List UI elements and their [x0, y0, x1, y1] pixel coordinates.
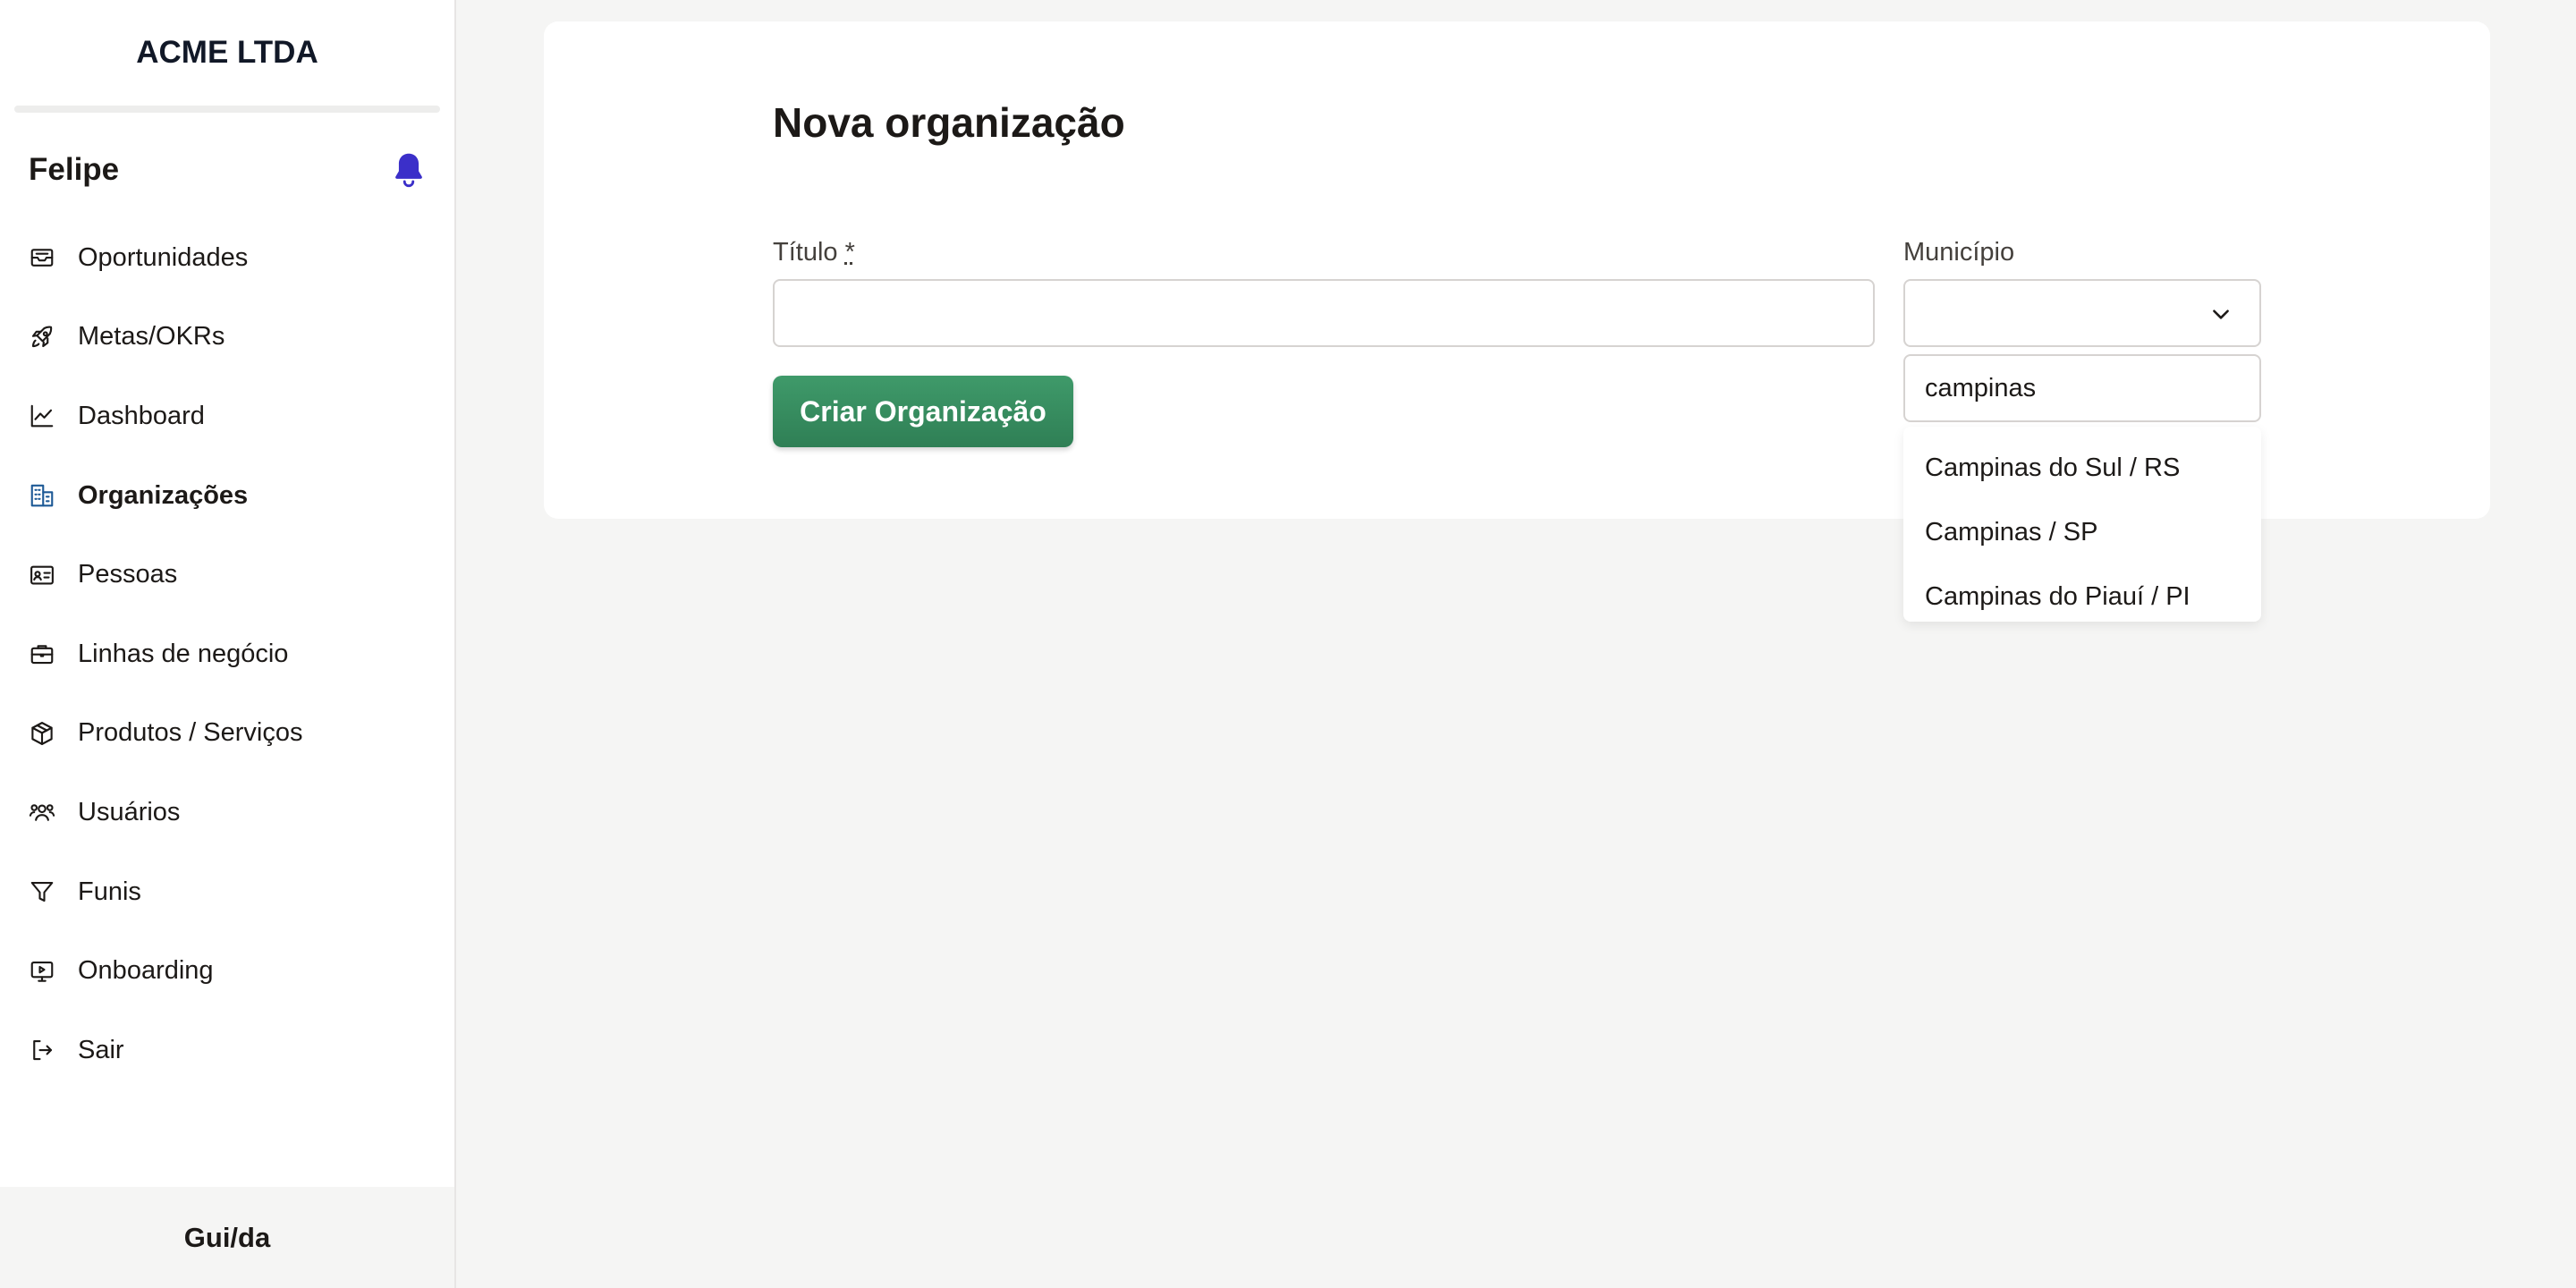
titulo-label: Título *	[773, 238, 855, 267]
sidebar-item-label: Sair	[78, 1035, 124, 1064]
municipio-search-input[interactable]	[1903, 354, 2261, 422]
sidebar-item-pessoas[interactable]: Pessoas	[0, 535, 454, 614]
sidebar-item-label: Produtos / Serviços	[78, 718, 303, 748]
municipio-option[interactable]: Campinas / SP	[1903, 500, 2261, 564]
sidebar-item-usuarios[interactable]: Usuários	[0, 773, 454, 852]
titulo-label-text: Título	[773, 238, 838, 267]
sidebar-item-label: Metas/OKRs	[78, 322, 225, 352]
municipio-select[interactable]	[1903, 279, 2261, 347]
sidebar-item-label: Oportunidades	[78, 242, 249, 272]
inbox-icon	[29, 244, 55, 271]
sidebar-item-label: Linhas de negócio	[78, 639, 289, 668]
box-icon	[29, 720, 55, 747]
filter-icon	[29, 878, 55, 905]
users-icon	[29, 799, 55, 826]
required-mark: *	[844, 238, 855, 267]
municipio-label: Município	[1903, 238, 2015, 267]
line-chart-icon	[29, 402, 55, 429]
sidebar: ACME LTDA Felipe Oportunidades Metas/OKR…	[0, 0, 456, 1288]
sidebar-item-oportunidades[interactable]: Oportunidades	[0, 218, 454, 298]
sidebar-item-label: Funis	[78, 877, 141, 906]
rocket-icon	[29, 324, 55, 351]
brand-divider	[14, 106, 440, 113]
bell-icon[interactable]	[392, 151, 426, 189]
sidebar-item-funis[interactable]: Funis	[0, 852, 454, 932]
sidebar-item-label: Dashboard	[78, 401, 205, 430]
sidebar-item-linhas-de-negocio[interactable]: Linhas de negócio	[0, 614, 454, 694]
sidebar-item-onboarding[interactable]: Onboarding	[0, 931, 454, 1011]
user-name: Felipe	[29, 152, 120, 187]
footer-logo: Gui/da	[0, 1187, 454, 1288]
municipio-option[interactable]: Campinas do Piauí / PI	[1903, 564, 2261, 629]
play-screen-icon	[29, 958, 55, 985]
building-icon	[29, 482, 55, 509]
user-row: Felipe	[0, 113, 454, 227]
page-title: Nova organização	[773, 99, 1125, 146]
sidebar-item-metas-okrs[interactable]: Metas/OKRs	[0, 298, 454, 377]
sidebar-nav: Oportunidades Metas/OKRs Dashboard Organ…	[0, 218, 454, 1090]
sidebar-item-produtos-servicos[interactable]: Produtos / Serviços	[0, 694, 454, 774]
id-card-icon	[29, 562, 55, 589]
briefcase-icon	[29, 640, 55, 667]
sidebar-item-organizacoes[interactable]: Organizações	[0, 456, 454, 536]
sidebar-item-label: Organizações	[78, 480, 249, 510]
sidebar-item-label: Usuários	[78, 797, 181, 826]
chevron-down-icon	[2209, 302, 2233, 326]
titulo-input[interactable]	[773, 279, 1875, 347]
create-organization-button[interactable]: Criar Organização	[773, 376, 1073, 447]
sidebar-item-dashboard[interactable]: Dashboard	[0, 377, 454, 456]
municipio-option[interactable]: Campinas do Sul / RS	[1903, 436, 2261, 500]
brand-name: ACME LTDA	[136, 35, 318, 70]
logout-icon	[29, 1037, 55, 1063]
sidebar-item-label: Pessoas	[78, 560, 178, 589]
municipio-options-list: Campinas do Sul / RS Campinas / SP Campi…	[1903, 427, 2261, 622]
sidebar-item-label: Onboarding	[78, 956, 214, 986]
sidebar-item-sair[interactable]: Sair	[0, 1011, 454, 1090]
